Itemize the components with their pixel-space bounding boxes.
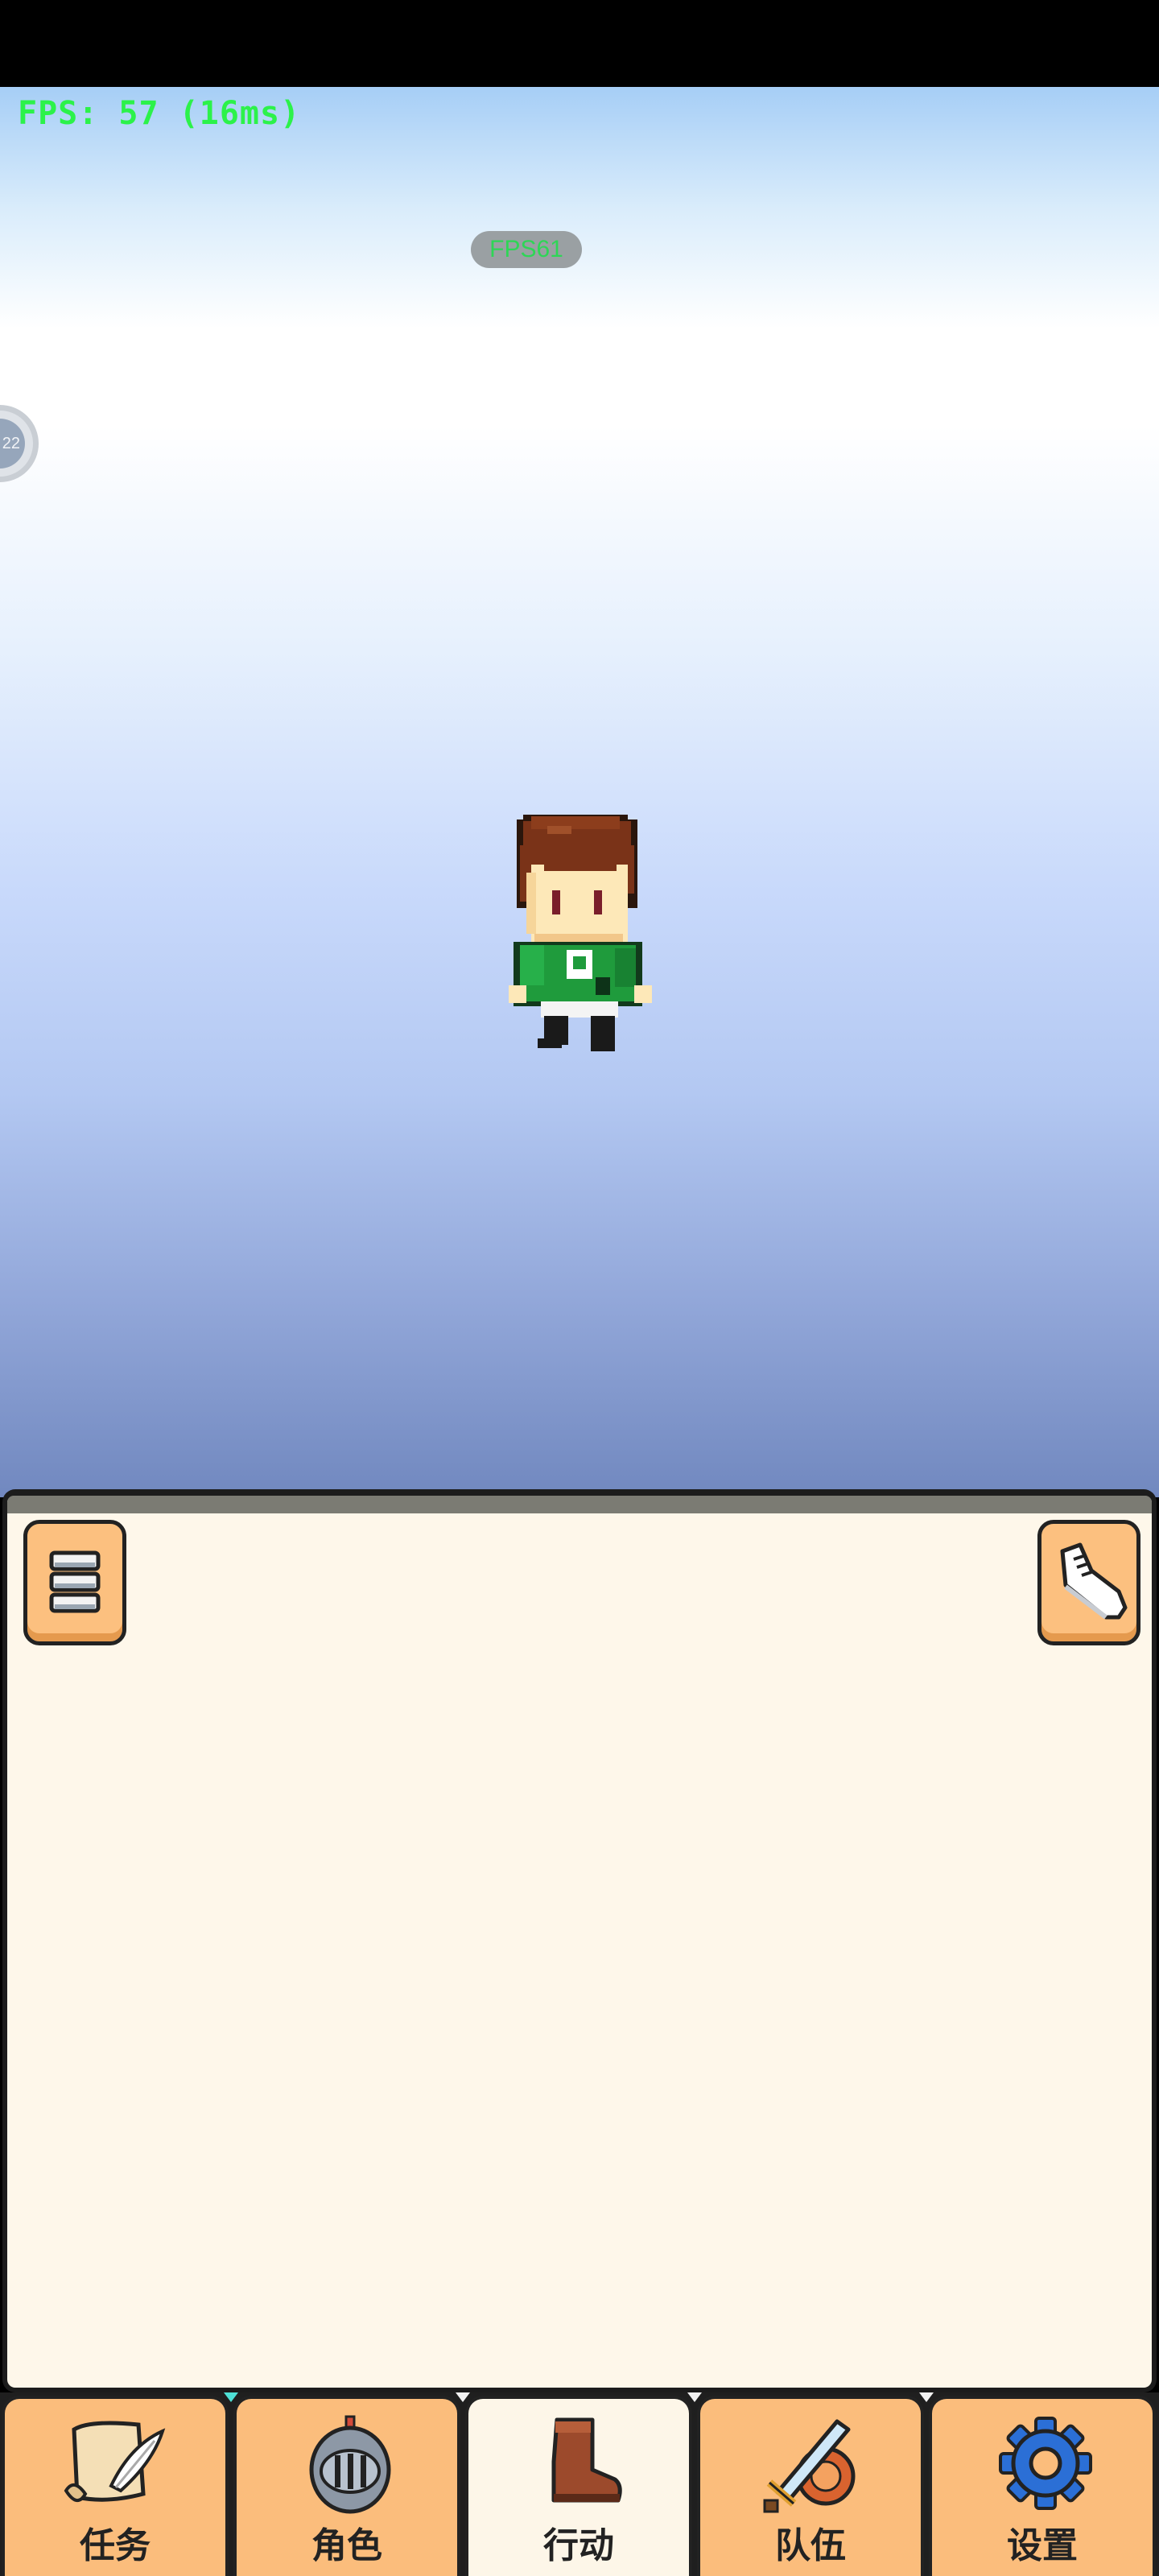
gear-icon: [999, 2417, 1092, 2510]
action-log-panel: [2, 1489, 1157, 2392]
tab-tasks-label: 任务: [80, 2525, 151, 2566]
tab-settings[interactable]: 设置: [929, 2396, 1156, 2576]
fps-badge: FPS61: [471, 231, 582, 268]
tab-character-label: 角色: [311, 2525, 382, 2566]
tab-separator-marker: [224, 2392, 238, 2402]
tab-settings-label: 设置: [1007, 2525, 1078, 2566]
game-scene[interactable]: [0, 87, 1159, 1497]
sword-shield-icon: [763, 2419, 856, 2513]
tab-action[interactable]: 行动: [465, 2396, 692, 2576]
floating-ball-label: 22: [0, 419, 25, 469]
tab-action-label: 行动: [543, 2525, 614, 2566]
bottom-tab-bar: 任务 角色 行动 队伍 设置: [0, 2392, 1159, 2576]
fps-debug-readout: FPS: 57 (16ms): [18, 95, 301, 132]
tab-character[interactable]: 角色: [233, 2396, 460, 2576]
tab-tasks[interactable]: 任务: [2, 2396, 229, 2576]
scroll-quill-icon: [64, 2421, 166, 2502]
player-character[interactable]: [499, 813, 660, 1055]
panel-header-strip: [7, 1496, 1152, 1513]
auto-run-button[interactable]: [1037, 1520, 1140, 1645]
menu-button[interactable]: [23, 1520, 126, 1645]
boot-icon: [551, 2417, 622, 2503]
menu-list-icon: [49, 1550, 101, 1613]
tab-team-label: 队伍: [775, 2525, 846, 2566]
knight-helmet-icon: [309, 2415, 391, 2514]
tab-separator-marker: [456, 2392, 470, 2402]
sneaker-icon: [1060, 1542, 1128, 1620]
status-bar: [0, 0, 1159, 87]
tab-team[interactable]: 队伍: [697, 2396, 924, 2576]
tab-separator-marker: [919, 2392, 934, 2402]
tab-separator-marker: [687, 2392, 702, 2402]
